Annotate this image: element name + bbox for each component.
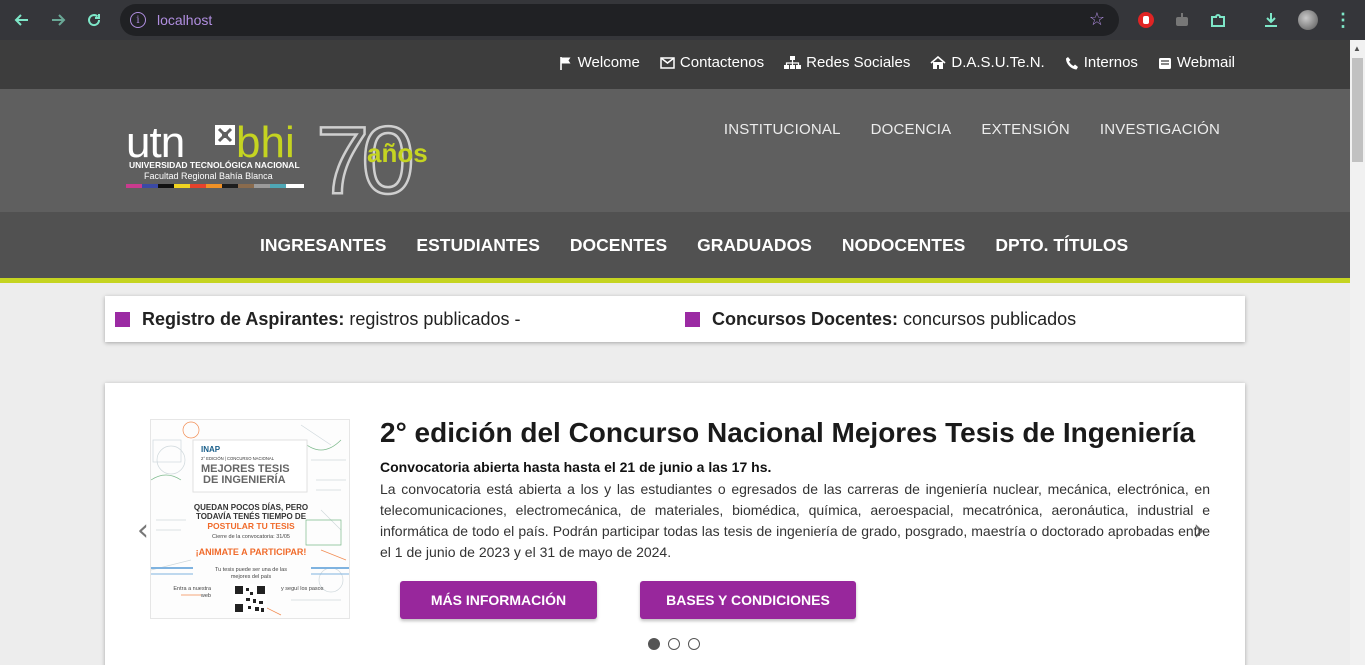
home-icon <box>930 55 946 69</box>
redes-sociales-link[interactable]: Redes Sociales <box>784 54 910 71</box>
nav-institucional[interactable]: INSTITUCIONAL <box>724 121 841 138</box>
nav-dpto-titulos[interactable]: DPTO. TÍTULOS <box>995 235 1128 256</box>
poster-org: INAP <box>201 445 221 454</box>
nav-docentes[interactable]: DOCENTES <box>570 235 667 256</box>
extension-stop-icon[interactable] <box>1134 8 1158 32</box>
phone-icon <box>1065 56 1078 69</box>
logo-color-bar <box>126 184 304 188</box>
extensions-puzzle-icon[interactable] <box>1206 8 1230 32</box>
address-bar[interactable]: i localhost ☆ <box>120 4 1119 36</box>
carousel-prev-icon[interactable]: ‹ <box>137 513 149 548</box>
nav-estudiantes[interactable]: ESTUDIANTES <box>416 235 539 256</box>
slide-subtitle: Convocatoria abierta hasta hasta el 21 d… <box>380 459 772 475</box>
poster-left-text: Entra a nuestra web <box>173 586 211 599</box>
poster-tagline1: Tu tesis puede ser una de las <box>215 567 287 573</box>
browser-toolbar: i localhost ☆ ⋮ <box>0 0 1365 40</box>
url-text[interactable]: localhost <box>157 12 212 28</box>
mas-informacion-button[interactable]: MÁS INFORMACIÓN <box>400 581 597 619</box>
logo-university-text: UNIVERSIDAD TECNOLÓGICA NACIONAL <box>129 159 300 170</box>
back-icon[interactable] <box>4 2 40 38</box>
download-icon[interactable] <box>1259 8 1283 32</box>
utility-bar: Welcome Contactenos Redes Sociales D.A.S… <box>0 40 1350 89</box>
flag-icon <box>559 56 571 70</box>
redes-sociales-label: Redes Sociales <box>806 54 911 71</box>
ticker-text: concursos publicados <box>903 309 1077 329</box>
poster-edition: 2° EDICIÓN | CONCURSO NACIONAL <box>201 456 275 461</box>
carousel-dot[interactable] <box>688 638 700 650</box>
carousel-dot[interactable] <box>648 638 660 650</box>
audience-nav: INGRESANTES ESTUDIANTES DOCENTES GRADUAD… <box>0 212 1350 283</box>
ticker-item-concursos[interactable]: Concursos Docentes: concursos publicados <box>685 309 1076 330</box>
logo-faculty-text: Facultad Regional Bahía Blanca <box>144 171 273 181</box>
slide-body: La convocatoria está abierta a los y las… <box>380 481 1210 560</box>
welcome-label: Welcome <box>577 54 640 71</box>
ticker-item-registro[interactable]: Registro de Aspirantes: registros public… <box>115 309 520 330</box>
nav-graduados[interactable]: GRADUADOS <box>697 235 812 256</box>
nav-docencia[interactable]: DOCENCIA <box>871 121 952 138</box>
carousel-indicators <box>648 638 700 650</box>
poster-heading2: DE INGENIERÍA <box>203 473 286 486</box>
site-header: utn bhi UNIVERSIDAD TECNOLÓGICA NACIONAL… <box>0 89 1350 215</box>
ticker-heading: Registro de Aspirantes: <box>142 309 345 329</box>
news-carousel: ‹ › INAP 2° EDICIÓN | CONCURSO NACIONAL … <box>105 383 1245 665</box>
profile-avatar[interactable] <box>1296 8 1320 32</box>
ticker-heading: Concursos Docentes: <box>712 309 899 329</box>
browser-menu-icon[interactable]: ⋮ <box>1331 8 1355 32</box>
nav-ingresantes[interactable]: INGRESANTES <box>260 235 386 256</box>
site-info-icon[interactable]: i <box>130 12 146 28</box>
dasuten-label: D.A.S.U.Te.N. <box>951 54 1045 71</box>
poster-deadline: Cierre de la convocatoria: 31/05 <box>212 534 290 540</box>
contactenos-link[interactable]: Contactenos <box>660 54 764 71</box>
bookmark-star-icon[interactable]: ☆ <box>1089 9 1105 30</box>
poster-right-text: y seguí los pasos <box>281 586 324 592</box>
inbox-icon <box>1158 57 1171 69</box>
carousel-dot[interactable] <box>668 638 680 650</box>
forward-icon[interactable] <box>40 2 76 38</box>
poster-tagline2: mejores del país <box>231 574 272 580</box>
nav-extension[interactable]: EXTENSIÓN <box>981 121 1069 138</box>
nav-investigacion[interactable]: INVESTIGACIÓN <box>1100 121 1220 138</box>
bases-condiciones-button[interactable]: BASES Y CONDICIONES <box>640 581 856 619</box>
utn-logo[interactable]: utn bhi UNIVERSIDAD TECNOLÓGICA NACIONAL… <box>126 106 456 215</box>
webmail-link[interactable]: Webmail <box>1158 54 1235 71</box>
extension-robot-icon[interactable] <box>1170 8 1194 32</box>
poster-line2: TODAVÍA TENÉS TIEMPO DE <box>196 512 307 521</box>
poster-cta: ¡ANIMATE A PARTICIPAR! <box>196 547 307 557</box>
network-icon <box>784 55 802 69</box>
envelope-icon <box>660 56 675 69</box>
poster-line1: QUEDAN POCOS DÍAS, PERO <box>194 503 308 512</box>
logo-anos-text: años <box>367 138 428 168</box>
poster-highlight: POSTULAR TU TESIS <box>207 521 295 531</box>
qr-code-icon <box>233 584 267 614</box>
dasuten-link[interactable]: D.A.S.U.Te.N. <box>930 54 1045 71</box>
internos-label: Internos <box>1083 54 1138 71</box>
slide-title: 2° edición del Concurso Nacional Mejores… <box>380 417 1196 448</box>
ticker-bullet <box>685 312 700 327</box>
contest-poster-image[interactable]: INAP 2° EDICIÓN | CONCURSO NACIONAL MEJO… <box>150 419 350 619</box>
contactenos-label: Contactenos <box>679 54 765 71</box>
nav-nodocentes[interactable]: NODOCENTES <box>842 235 965 256</box>
ticker-text: registros publicados - <box>349 309 521 329</box>
webmail-label: Webmail <box>1176 54 1235 71</box>
announcement-ticker: Registro de Aspirantes: registros public… <box>105 296 1245 342</box>
scrollbar-thumb[interactable] <box>1352 58 1363 162</box>
ticker-bullet <box>115 312 130 327</box>
main-nav: INSTITUCIONAL DOCENCIA EXTENSIÓN INVESTI… <box>724 121 1220 138</box>
page-scrollbar[interactable]: ▲ <box>1350 40 1365 665</box>
reload-icon[interactable] <box>76 2 112 38</box>
welcome-link[interactable]: Welcome <box>559 54 640 71</box>
internos-link[interactable]: Internos <box>1065 54 1138 71</box>
scroll-up-icon[interactable]: ▲ <box>1353 44 1361 53</box>
